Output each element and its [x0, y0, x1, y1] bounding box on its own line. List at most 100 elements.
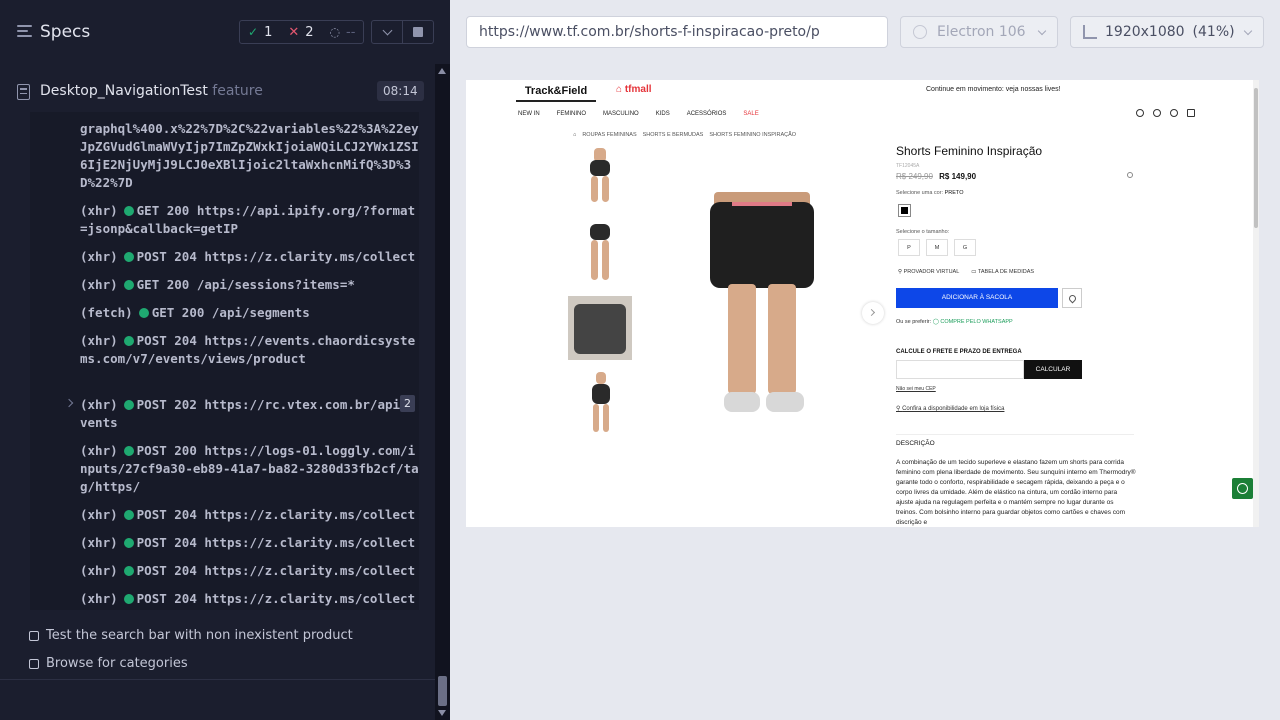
status-dot-icon — [123, 206, 134, 216]
log-entry[interactable]: (xhr) GET 200 https://api.ipify.org/?form… — [80, 202, 419, 238]
carousel-next-button[interactable] — [862, 302, 884, 324]
color-swatch-black[interactable] — [898, 204, 911, 217]
test-item[interactable]: Browse for categories — [29, 656, 188, 671]
thumb-figure — [603, 404, 609, 432]
product-thumbnail[interactable] — [568, 296, 632, 360]
size-option[interactable]: P — [898, 239, 920, 256]
thumb-figure — [591, 176, 598, 202]
menu-item[interactable]: MASCULINO — [603, 111, 639, 117]
search-icon[interactable] — [1136, 109, 1144, 117]
bag-icon[interactable] — [1187, 109, 1195, 117]
product-thumbnail[interactable] — [568, 220, 632, 284]
product-figure — [724, 392, 760, 412]
app-under-test-panel: https://www.tf.com.br/shorts-f-inspiraca… — [450, 0, 1280, 720]
log-kind: (xhr) — [80, 333, 118, 348]
log-kind: (xhr) — [80, 277, 118, 292]
top-banner[interactable]: Continue em movimento: veja nossas lives… — [926, 86, 1061, 93]
log-entry[interactable]: (xhr) POST 200 https://logs-01.loggly.com… — [80, 442, 419, 496]
home-icon[interactable]: ⌂ — [573, 132, 576, 138]
product-thumbnail[interactable] — [568, 370, 632, 436]
status-dot-icon — [123, 594, 134, 604]
status-dot-icon — [123, 280, 134, 290]
virtual-fitting-link[interactable]: ⚲ PROVADOR VIRTUAL — [898, 269, 959, 275]
mall-tab[interactable]: ⌂ tfmall — [616, 84, 652, 95]
reporter-scrollbar[interactable] — [435, 64, 450, 720]
log-kind: (fetch) — [80, 305, 133, 320]
log-kind: (xhr) — [80, 591, 118, 606]
status-dot-icon — [123, 510, 134, 520]
log-entry[interactable]: (xhr) POST 202 https://rc.vtex.com.br/api… — [80, 396, 419, 432]
whatsapp-buy-link[interactable]: ◯ COMPRE PELO WHATSAPP — [933, 319, 1013, 325]
cep-input[interactable] — [896, 360, 1024, 379]
log-kind: (xhr) — [80, 535, 118, 550]
log-text: graphql%400.x%22%7D%2C%22variables%22%3A… — [80, 121, 419, 190]
scroll-up-icon[interactable] — [438, 68, 446, 74]
store-availability-link[interactable]: ⚲ Confira a disponibilidade em loja físi… — [896, 405, 1004, 412]
header-icons — [1136, 109, 1195, 117]
test-item[interactable]: Test the search bar with non inexistent … — [29, 628, 353, 643]
specs-list-icon[interactable] — [17, 25, 32, 39]
url-bar[interactable]: https://www.tf.com.br/shorts-f-inspiraca… — [466, 16, 888, 48]
pending-checkbox-icon — [29, 658, 39, 669]
thumb-figure — [593, 404, 599, 432]
menu-item-sale[interactable]: SALE — [743, 111, 758, 117]
size-option[interactable]: G — [954, 239, 976, 256]
breadcrumb-item[interactable]: SHORTS E BERMUDAS — [643, 132, 704, 138]
breadcrumb-item[interactable]: SHORTS FEMININO INSPIRAÇÃO — [709, 132, 796, 138]
expand-toggle-button[interactable] — [371, 20, 403, 44]
status-dot-icon — [123, 538, 134, 548]
log-entry[interactable]: (xhr) POST 204 https://z.clarity.ms/colle… — [80, 590, 419, 608]
size-options: P M G — [898, 239, 976, 256]
check-icon: ✓ — [248, 25, 259, 39]
viewport-selector[interactable]: 1920x1080 (41%) — [1070, 16, 1264, 48]
breadcrumb-item[interactable]: ROUPAS FEMININAS — [582, 132, 636, 138]
command-log[interactable]: graphql%400.x%22%7D%2C%22variables%22%3A… — [30, 112, 419, 610]
size-chart-link[interactable]: ▭ TABELA DE MEDIDAS — [971, 269, 1034, 275]
no-cep-link[interactable]: Não sei meu CEP — [896, 386, 936, 392]
store-availability-label: Confira a disponibilidade em loja física — [902, 406, 1005, 412]
log-entry[interactable]: (xhr) GET 200 /api/sessions?items=* — [80, 276, 419, 294]
scrollbar-thumb[interactable] — [1254, 88, 1258, 228]
log-entry[interactable]: graphql%400.x%22%7D%2C%22variables%22%3A… — [80, 120, 419, 192]
menu-item[interactable]: ACESSÓRIOS — [687, 111, 727, 117]
menu-item[interactable]: NEW IN — [518, 111, 540, 117]
shipping-label: CALCULE O FRETE E PRAZO DE ENTREGA — [896, 349, 1022, 355]
calculate-button[interactable]: CALCULAR — [1024, 360, 1082, 379]
user-icon[interactable] — [1170, 109, 1178, 117]
wishlist-button[interactable] — [1062, 288, 1082, 308]
product-thumbnail[interactable] — [568, 144, 632, 208]
menu-item[interactable]: KIDS — [656, 111, 670, 117]
status-dot-icon — [123, 400, 134, 410]
log-entry[interactable]: (xhr) POST 204 https://z.clarity.ms/colle… — [80, 248, 419, 266]
site-scrollbar[interactable] — [1253, 80, 1259, 527]
spec-file-name[interactable]: Desktop_NavigationTest feature — [40, 83, 263, 99]
brand-tab[interactable]: Track&Field — [516, 82, 596, 102]
log-entry[interactable]: (xhr) POST 204 https://z.clarity.ms/colle… — [80, 534, 419, 552]
chevron-right-icon[interactable] — [64, 398, 74, 408]
log-kind: (xhr) — [80, 397, 118, 412]
color-label: Selecione uma cor: PRETO — [896, 190, 963, 196]
product-sku: TF12045A — [896, 163, 920, 169]
log-entry[interactable]: (xhr) POST 204 https://z.clarity.ms/colle… — [80, 562, 419, 580]
product-figure — [728, 284, 756, 394]
log-text: GET 200 /api/sessions?items=* — [136, 277, 355, 292]
heart-icon[interactable] — [1153, 109, 1161, 117]
browser-selector[interactable]: Electron 106 — [900, 16, 1058, 48]
size-option[interactable]: M — [926, 239, 948, 256]
add-to-bag-button[interactable]: ADICIONAR À SACOLA — [896, 288, 1058, 308]
specs-title[interactable]: Specs — [40, 22, 90, 42]
share-icon[interactable] — [1127, 172, 1133, 178]
scrollbar-thumb[interactable] — [438, 676, 447, 706]
log-entry[interactable]: (xhr) POST 204 https://events.chaordicsys… — [80, 332, 419, 368]
site-frame[interactable]: Track&Field ⌂ tfmall Continue em movimen… — [466, 80, 1259, 527]
scroll-down-icon[interactable] — [438, 710, 446, 716]
description-label[interactable]: DESCRIÇÃO — [896, 440, 935, 447]
menu-item[interactable]: FEMININO — [557, 111, 586, 117]
product-main-image[interactable] — [666, 144, 866, 444]
whatsapp-float-button[interactable] — [1232, 478, 1253, 499]
log-entry[interactable]: (fetch) GET 200 /api/segments — [80, 304, 419, 322]
log-entry[interactable]: (xhr) POST 204 https://z.clarity.ms/colle… — [80, 506, 419, 524]
log-text: POST 204 https://z.clarity.ms/collect — [136, 507, 416, 522]
spec-header[interactable]: Desktop_NavigationTest feature 08:14 — [0, 76, 435, 108]
stop-button[interactable] — [402, 20, 434, 44]
